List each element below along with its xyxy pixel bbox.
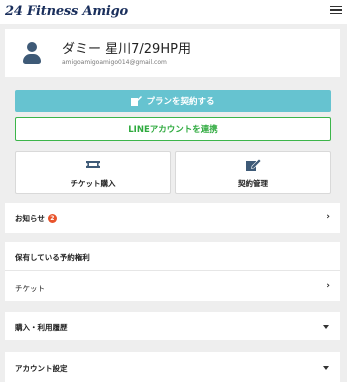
ticket-purchase-tile[interactable]: チケット購入 — [15, 151, 171, 194]
chevron-right-icon[interactable]: › — [326, 281, 330, 291]
divider — [5, 270, 340, 271]
news-label: お知らせ — [15, 214, 45, 223]
edit-document-icon — [131, 96, 143, 106]
user-name: ダミー 星川7/29HP用 — [62, 42, 191, 57]
news-label-wrap: お知らせ 2 — [15, 213, 57, 224]
account-settings-row[interactable]: アカウント設定 — [5, 352, 340, 382]
subscribe-plan-button[interactable]: プランを契約する — [15, 90, 331, 112]
hamburger-menu-icon[interactable] — [330, 3, 342, 17]
news-row[interactable]: お知らせ 2 › — [5, 203, 340, 233]
contract-management-tile[interactable]: 契約管理 — [175, 151, 331, 194]
user-email: amigoamigoamigo014@gmail.com — [62, 59, 167, 66]
chevron-right-icon: › — [326, 212, 330, 222]
reservation-rights-card: 保有している予約権利 チケット › — [5, 242, 340, 301]
contract-edit-icon — [246, 158, 261, 171]
app-logo[interactable]: 24 Fitness Amigo — [5, 4, 128, 19]
news-count-badge: 2 — [47, 214, 57, 223]
contract-management-label: 契約管理 — [238, 179, 268, 188]
purchase-history-row[interactable]: 購入・利用履歴 — [5, 312, 340, 340]
ticket-row-label[interactable]: チケット — [15, 283, 45, 294]
caret-down-icon — [323, 366, 329, 370]
caret-down-icon — [323, 325, 329, 329]
account-settings-label: アカウント設定 — [15, 364, 68, 373]
profile-card: ダミー 星川7/29HP用 amigoamigoamigo014@gmail.c… — [5, 29, 340, 77]
user-avatar-icon — [23, 42, 41, 66]
purchase-history-label: 購入・利用履歴 — [15, 323, 68, 332]
subscribe-plan-label: プランを契約する — [146, 97, 215, 107]
ticket-purchase-label: チケット購入 — [70, 179, 116, 188]
top-bar: 24 Fitness Amigo — [0, 0, 347, 24]
link-line-account-button[interactable]: LINEアカウントを連携 — [15, 117, 331, 141]
ticket-icon — [86, 161, 100, 168]
reservation-rights-header: 保有している予約権利 — [15, 253, 90, 262]
